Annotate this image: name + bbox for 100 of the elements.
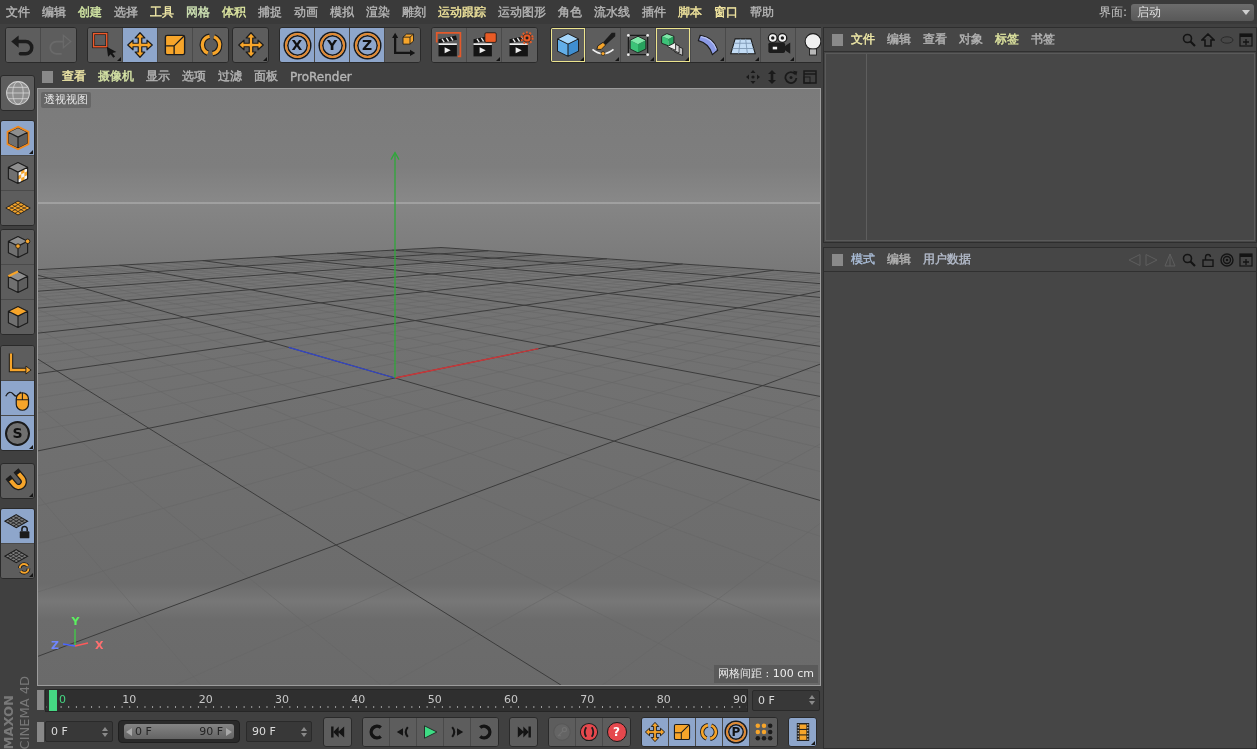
menu-item[interactable]: 编辑 [36,4,72,20]
previous-key-button[interactable] [363,717,390,746]
viewport-menu-item[interactable]: 显示 [140,68,176,85]
viewport-canvas[interactable]: 透视视图 网格间距 : 100 cm Y Z X [37,88,821,686]
snap-button[interactable] [0,463,35,499]
panel-menu-item[interactable]: 对象 [953,31,989,48]
move-tool-button[interactable] [642,717,669,746]
panel-menu-item[interactable]: 用户数据 [917,251,977,268]
viewport-menu-item[interactable]: 查看 [56,68,92,85]
viewport-menu-item[interactable]: 面板 [248,68,284,85]
playhead-handle[interactable] [49,689,57,711]
sphere-mode-button[interactable] [0,75,35,111]
menu-item[interactable]: 流水线 [588,4,636,20]
move-arrows-icon [126,31,154,59]
menu-item[interactable]: 插件 [636,4,672,20]
frame-range-track[interactable]: 0 F 90 F [118,720,240,743]
cloner-button[interactable] [656,28,691,62]
letter-toggle-button[interactable]: P [723,717,750,746]
frame-field[interactable]: 90 F [246,721,312,742]
cube-icon [554,31,582,59]
panel-menu-item[interactable]: 编辑 [881,251,917,268]
axis-gizmo-icon [62,628,89,647]
grip-handle-icon[interactable] [37,721,44,742]
viewport-menu-item[interactable]: 过滤 [212,68,248,85]
spinner-arrows-icon [809,695,815,705]
layout-dropdown[interactable]: 启动 [1131,3,1254,21]
letter-toggle-button[interactable]: X [280,28,315,62]
cube-button[interactable] [551,28,586,62]
viewport-menu-item[interactable]: 摄像机 [92,68,140,85]
menu-item[interactable]: 网格 [180,4,216,20]
panel-menu-item[interactable]: 模式 [845,251,881,268]
select-tool-button[interactable] [88,28,123,62]
range-start-label: 0 F [135,725,152,738]
panel-menu-item[interactable]: 编辑 [881,31,917,48]
frame-number: 40 [351,692,366,706]
spinner-arrows-icon [301,726,307,737]
points-mode-button[interactable] [1,230,34,265]
submenu-triangle-icon [29,445,33,449]
viewport-menu-item[interactable]: 选项 [176,68,212,85]
timeline-ruler[interactable]: 0 10 20 30 40 50 60 70 80 90 [45,688,748,712]
menu-item[interactable]: 脚本 [672,4,708,20]
grid-lock-button[interactable] [1,509,34,544]
clapperboard-frame-icon [435,31,463,59]
go-to-start-button[interactable] [323,716,352,747]
frame-number: 60 [504,692,518,706]
grip-handle-icon[interactable] [42,70,53,83]
menu-item[interactable]: 创建 [72,4,108,20]
menu-item[interactable]: 角色 [552,4,588,20]
move-tool-button[interactable] [232,27,269,63]
move-tool-button[interactable] [123,28,158,62]
move-arrows-icon [236,31,265,59]
menu-item[interactable]: 体积 [216,4,252,20]
menu-item[interactable]: 运动图形 [492,4,552,20]
panel-menu-item[interactable]: 书签 [1025,31,1061,48]
frame-field[interactable]: 0 F [45,721,113,742]
model-mode-button[interactable] [1,121,34,156]
record-icon [578,720,600,743]
timeline-button[interactable] [788,716,817,747]
menu-item[interactable]: 渲染 [360,4,396,20]
grip-handle-icon[interactable] [832,253,843,266]
scale-tool-button[interactable] [669,717,696,746]
logo-brand-text: MAXON [1,694,16,749]
letter-toggle-button[interactable]: Y [315,28,350,62]
grip-handle-icon[interactable] [832,33,843,46]
rotate-tool-button[interactable] [696,717,723,746]
panel-menu-item[interactable]: 标签 [989,31,1025,48]
menu-item[interactable]: 模拟 [324,4,360,20]
frame-number: 20 [198,692,213,706]
axis-label: Z [51,639,59,652]
viewport-menu-item[interactable]: ProRender [284,69,358,84]
menu-item[interactable]: 帮助 [744,4,780,20]
menu-item[interactable]: 运动跟踪 [432,4,492,20]
axis-label: Y [71,615,80,628]
menu-item[interactable]: 窗口 [708,4,744,20]
move-arrows-icon [644,720,666,743]
view-name-label: 透视视图 [41,92,91,108]
frame-number: 70 [580,692,595,706]
panel-menu-item[interactable]: 查看 [917,31,953,48]
grid-spacing-label: 网格间距 : 100 cm [714,665,818,683]
frame-field[interactable]: 0 F [752,689,820,711]
frame-number: 10 [122,692,137,706]
frame-number: 30 [275,692,289,706]
panel-menu-item[interactable]: 文件 [845,31,881,48]
grip-handle-icon[interactable] [37,690,44,710]
layout-label: 界面: [1098,3,1127,21]
axis-mode-button[interactable] [1,346,34,381]
tweak-mode-button[interactable] [1,381,34,416]
menu-item[interactable]: 捕捉 [252,4,288,20]
menu-item[interactable]: 动画 [288,4,324,20]
submenu-triangle-icon [29,493,33,497]
menu-item[interactable]: 文件 [0,4,36,20]
menu-item[interactable]: 工具 [144,4,180,20]
menu-item[interactable]: 雕刻 [396,4,432,20]
pen-nib-icon [589,31,617,59]
render-button[interactable] [432,28,467,62]
letter-toggle-button[interactable]: Z [350,28,385,62]
letter-toggle-button[interactable]: S [1,416,34,450]
undo-button[interactable] [6,28,41,62]
go-to-end-button[interactable] [509,716,538,747]
menu-item[interactable]: 选择 [108,4,144,20]
